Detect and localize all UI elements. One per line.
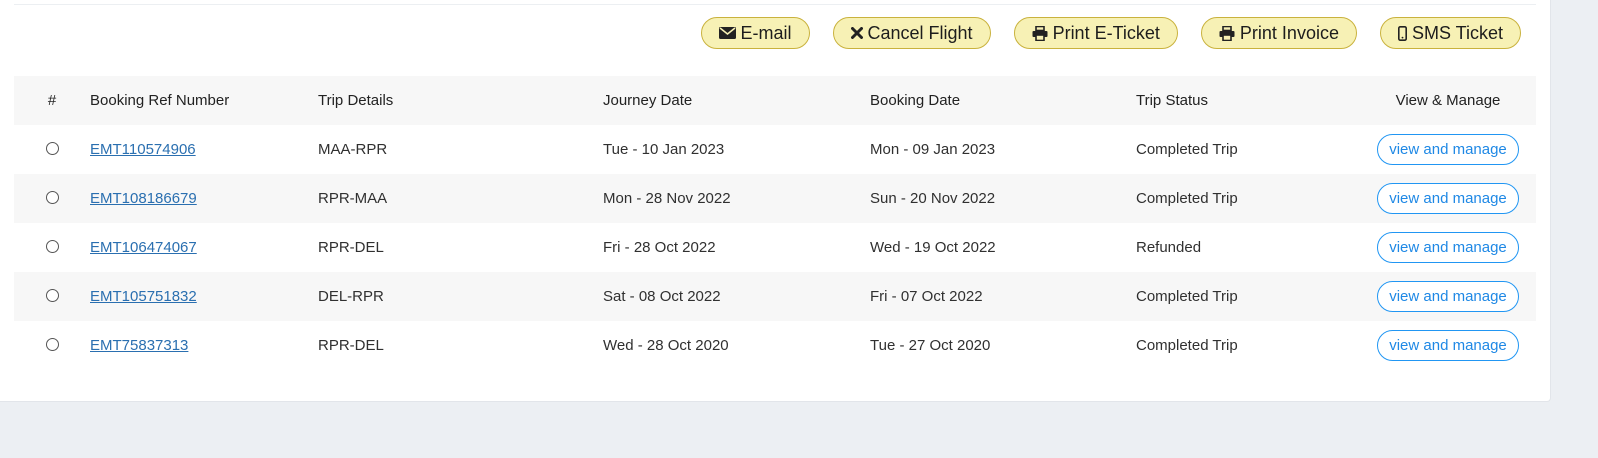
envelope-icon xyxy=(718,26,736,40)
column-header-trip-details: Trip Details xyxy=(318,92,394,109)
trip-status: Completed Trip xyxy=(1136,337,1238,354)
table-header-row: # Booking Ref Number Trip Details Journe… xyxy=(14,76,1536,125)
printer-icon xyxy=(1032,25,1048,41)
cancel-flight-button-label: Cancel Flight xyxy=(867,22,973,43)
booking-ref-link[interactable]: EMT108186679 xyxy=(90,190,197,207)
booking-date: Tue - 27 Oct 2020 xyxy=(870,337,991,354)
sms-ticket-button[interactable]: SMS Ticket xyxy=(1379,17,1521,49)
column-header-booking-ref: Booking Ref Number xyxy=(90,92,230,109)
journey-date: Tue - 10 Jan 2023 xyxy=(603,141,725,158)
print-eticket-button-label: Print E-Ticket xyxy=(1052,22,1160,43)
booking-select-radio[interactable] xyxy=(45,288,59,302)
mobile-phone-icon xyxy=(1397,25,1407,41)
booking-date: Fri - 07 Oct 2022 xyxy=(870,288,983,305)
trip-status: Completed Trip xyxy=(1136,141,1238,158)
print-eticket-button[interactable]: Print E-Ticket xyxy=(1013,17,1178,49)
view-and-manage-button[interactable]: view and manage xyxy=(1377,183,1519,214)
booking-ref-link[interactable]: EMT106474067 xyxy=(90,239,197,256)
column-header-booking-date: Booking Date xyxy=(870,92,961,109)
booking-select-radio[interactable] xyxy=(45,190,59,204)
booking-ref-link[interactable]: EMT110574906 xyxy=(90,141,196,158)
print-invoice-button-label: Print Invoice xyxy=(1239,22,1339,43)
column-header-trip-status: Trip Status xyxy=(1136,92,1208,109)
journey-date: Mon - 28 Nov 2022 xyxy=(603,190,731,207)
trip-details: RPR-DEL xyxy=(318,337,384,354)
booking-ref-link[interactable]: EMT75837313 xyxy=(90,337,188,354)
booking-date: Mon - 09 Jan 2023 xyxy=(870,141,996,158)
column-header-journey-date: Journey Date xyxy=(603,92,693,109)
journey-date: Wed - 28 Oct 2020 xyxy=(603,337,729,354)
print-invoice-button[interactable]: Print Invoice xyxy=(1200,17,1357,49)
view-and-manage-button[interactable]: view and manage xyxy=(1377,232,1519,263)
trip-details: RPR-DEL xyxy=(318,239,384,256)
journey-date: Fri - 28 Oct 2022 xyxy=(603,239,716,256)
journey-date: Sat - 08 Oct 2022 xyxy=(603,288,721,305)
table-row: EMT110574906 MAA-RPR Tue - 10 Jan 2023 M… xyxy=(14,125,1536,174)
column-header-view-manage: View & Manage xyxy=(1395,92,1501,109)
sms-ticket-button-label: SMS Ticket xyxy=(1411,22,1503,43)
table-row: EMT108186679 RPR-MAA Mon - 28 Nov 2022 S… xyxy=(14,174,1536,223)
booking-select-radio[interactable] xyxy=(45,141,59,155)
divider xyxy=(14,4,1536,5)
printer-icon xyxy=(1219,25,1235,41)
email-button-label: E-mail xyxy=(740,22,792,43)
column-header-number: # xyxy=(47,92,57,109)
table-row: EMT105751832 DEL-RPR Sat - 08 Oct 2022 F… xyxy=(14,272,1536,321)
booking-actions-toolbar: E-mail Cancel Flight Print E-Ticket Prin… xyxy=(700,17,1521,49)
cancel-flight-button[interactable]: Cancel Flight xyxy=(832,17,991,49)
booking-select-radio[interactable] xyxy=(45,239,59,253)
booking-ref-link[interactable]: EMT105751832 xyxy=(90,288,197,305)
booking-date: Wed - 19 Oct 2022 xyxy=(870,239,996,256)
table-row: EMT106474067 RPR-DEL Fri - 28 Oct 2022 W… xyxy=(14,223,1536,272)
booking-select-radio[interactable] xyxy=(45,337,59,351)
trip-details: DEL-RPR xyxy=(318,288,384,305)
trip-status: Refunded xyxy=(1136,239,1202,256)
bookings-table: # Booking Ref Number Trip Details Journe… xyxy=(14,76,1536,370)
trip-status: Completed Trip xyxy=(1136,288,1238,305)
view-and-manage-button[interactable]: view and manage xyxy=(1377,281,1519,312)
close-icon xyxy=(850,27,863,39)
trip-details: RPR-MAA xyxy=(318,190,388,207)
trip-status: Completed Trip xyxy=(1136,190,1238,207)
trip-details: MAA-RPR xyxy=(318,141,388,158)
email-button[interactable]: E-mail xyxy=(700,17,810,49)
booking-date: Sun - 20 Nov 2022 xyxy=(870,190,996,207)
bookings-panel: E-mail Cancel Flight Print E-Ticket Prin… xyxy=(0,0,1551,402)
view-and-manage-button[interactable]: view and manage xyxy=(1377,330,1519,361)
table-row: EMT75837313 RPR-DEL Wed - 28 Oct 2020 Tu… xyxy=(14,321,1536,370)
view-and-manage-button[interactable]: view and manage xyxy=(1377,134,1519,165)
